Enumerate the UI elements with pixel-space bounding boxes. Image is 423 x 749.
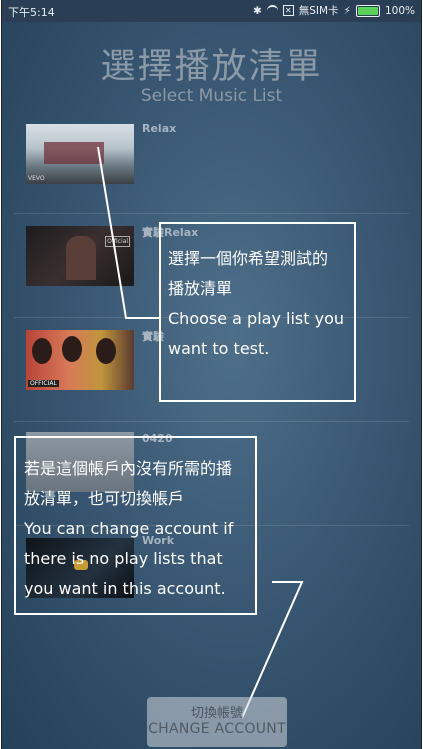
tooltip-change-account: 若是這個帳戶內沒有所需的播 放清單，也可切換帳戶 You can change … xyxy=(14,436,257,615)
change-account-label-en: CHANGE ACCOUNT xyxy=(148,721,286,737)
callout-text: 若是這個帳戶內沒有所需的播 xyxy=(24,459,233,478)
change-account-button[interactable]: 切換帳號 CHANGE ACCOUNT xyxy=(147,697,287,747)
callout-text: 選擇一個你希望測試的 xyxy=(168,249,329,268)
callout-text: 播放清單 xyxy=(168,279,233,298)
callout-text: there is no play lists that xyxy=(24,549,223,568)
callout-text: you want in this account. xyxy=(24,579,226,598)
app-screen: 下午5:14 ✱ ✕ 無SIM卡 ⚡ 100% 選擇播放清單 Select Mu… xyxy=(1,0,422,749)
callout-text: Choose a play list you xyxy=(168,309,344,328)
callout-text: 放清單，也可切換帳戶 xyxy=(24,489,185,508)
tooltip-select-playlist: 選擇一個你希望測試的 播放清單 Choose a play list you w… xyxy=(159,222,356,402)
change-account-label-zh: 切換帳號 xyxy=(190,706,243,721)
pointer-line-select xyxy=(97,146,159,319)
callout-text: want to test. xyxy=(168,339,270,358)
callout-text: You can change account if xyxy=(24,519,234,538)
